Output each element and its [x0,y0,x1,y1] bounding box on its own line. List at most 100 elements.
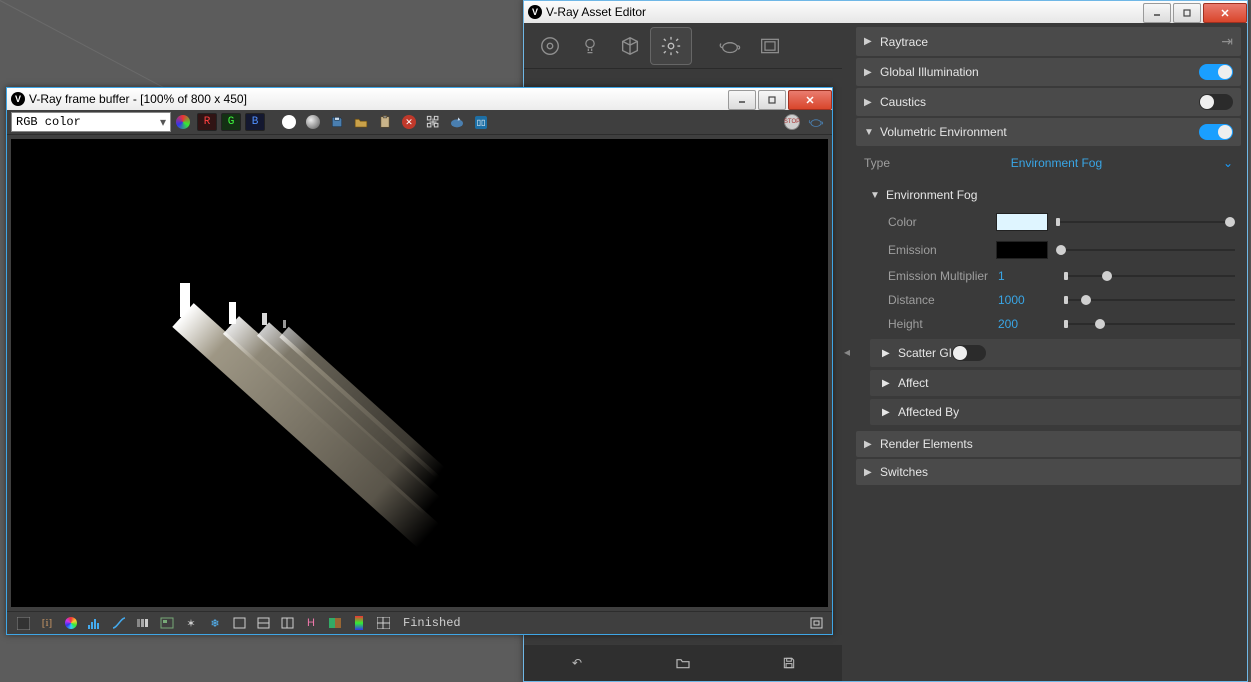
fog-emission-swatch[interactable] [996,241,1048,259]
history-icon[interactable] [132,613,154,633]
maximize-button[interactable] [758,90,786,110]
track-mouse-icon[interactable] [446,112,468,132]
open-folder-icon[interactable] [671,656,695,670]
chevron-down-icon: ▾ [160,115,166,130]
volenv-section[interactable]: ▼ Volumetric Environment [856,118,1241,146]
stop-render-icon[interactable]: STOP [781,112,803,132]
scattergi-toggle[interactable] [952,345,986,361]
chevron-down-icon: ▼ [864,127,874,138]
link-pdplayer-icon[interactable]: ▯▯ [470,112,492,132]
chevron-right-icon: ▶ [864,439,874,450]
pixel-info-icon[interactable] [60,613,82,633]
open-image-icon[interactable] [350,112,372,132]
fog-height-row: Height 200 [866,312,1241,336]
distance-slider[interactable] [1064,293,1235,307]
clipboard-icon[interactable] [374,112,396,132]
chevron-right-icon: ▶ [864,97,874,108]
region-render-icon[interactable] [228,613,250,633]
render-region-tiny-icon[interactable] [805,613,827,633]
ab-compare-icon[interactable] [324,613,346,633]
gi-toggle[interactable] [1199,64,1233,80]
fog-emission-slider[interactable] [1056,243,1235,257]
chevron-right-icon: ▶ [882,348,892,359]
compare-vertical-icon[interactable] [276,613,298,633]
chevron-down-icon[interactable]: ⌄ [1223,156,1233,170]
volenv-toggle[interactable] [1199,124,1233,140]
emmult-slider[interactable] [1064,269,1235,283]
link-arrow-icon[interactable]: ⇥ [1221,33,1233,50]
bloom-icon[interactable]: ❄ [204,613,226,633]
history-h-icon[interactable]: H [300,613,322,633]
vertical-color-bar-icon[interactable] [348,613,370,633]
chevron-right-icon: ▶ [864,67,874,78]
render-teapot-icon[interactable] [710,28,750,64]
distance-value[interactable]: 1000 [996,293,1056,307]
type-value: Environment Fog [890,156,1223,170]
levels-icon[interactable] [84,613,106,633]
grey-switch-icon[interactable] [302,112,324,132]
fog-emmult-row: Emission Multiplier 1 [866,264,1241,288]
minimize-button[interactable] [728,90,756,110]
caustics-toggle[interactable] [1199,94,1233,110]
green-channel-button[interactable]: G [220,112,242,132]
affect-section[interactable]: ▶ Affect [870,370,1241,396]
fog-color-swatch[interactable] [996,213,1048,231]
frame-buffer-bottom-toolbar: [i] ✶ ❄ H Finished [7,611,832,634]
save-image-icon[interactable] [326,112,348,132]
minimize-button[interactable] [1143,3,1171,23]
chevron-right-icon: ▶ [882,378,892,389]
scattergi-section[interactable]: ▶ Scatter GI [870,339,1241,367]
fog-emission-row: Emission [866,236,1241,264]
geometry-tab-icon[interactable] [610,28,650,64]
frame-buffer-titlebar[interactable]: V V-Ray frame buffer - [100% of 800 x 45… [7,88,832,110]
channel-dropdown[interactable]: RGB color ▾ [11,112,171,132]
close-button[interactable] [1203,3,1247,23]
mono-switch-icon[interactable] [278,112,300,132]
chevron-right-icon: ▶ [882,407,892,418]
maximize-button[interactable] [1173,3,1201,23]
settings-panel: ▶ Raytrace ⇥ ▶ Global Illumination ▶ Cau… [852,23,1247,681]
red-channel-button[interactable]: R [196,112,218,132]
render-last-icon[interactable] [805,112,827,132]
raytrace-section[interactable]: ▶ Raytrace ⇥ [856,27,1241,56]
caustics-section[interactable]: ▶ Caustics [856,88,1241,116]
frame-buffer-title: V-Ray frame buffer - [100% of 800 x 450] [29,92,247,106]
settings-tab-icon[interactable] [650,27,692,65]
compare-horizontal-icon[interactable] [252,613,274,633]
render-output-view[interactable] [11,139,828,607]
envfog-header[interactable]: ▼ Environment Fog [866,182,1241,208]
color-correct-icon[interactable] [12,613,34,633]
lut-icon[interactable] [372,613,394,633]
height-slider[interactable] [1064,317,1235,331]
affectedby-section[interactable]: ▶ Affected By [870,399,1241,425]
info-icon[interactable]: [i] [36,613,58,633]
close-button[interactable] [788,90,832,110]
save-disk-icon[interactable] [777,656,801,670]
lights-tab-icon[interactable] [570,28,610,64]
height-value[interactable]: 200 [996,317,1056,331]
chevron-right-icon: ▶ [864,36,874,47]
clear-image-icon[interactable]: ✕ [398,112,420,132]
renderelements-section[interactable]: ▶ Render Elements [856,431,1241,457]
stamp-icon[interactable] [156,613,178,633]
chevron-right-icon: ▶ [864,467,874,478]
frame-region-icon[interactable] [750,28,790,64]
switches-section[interactable]: ▶ Switches [856,459,1241,485]
emmult-value[interactable]: 1 [996,269,1056,283]
asset-editor-titlebar[interactable]: V V-Ray Asset Editor [524,1,1247,23]
blue-channel-button[interactable]: B [244,112,266,132]
render-status: Finished [403,616,461,630]
rgb-channels-icon[interactable] [172,112,194,132]
vray-logo-icon: V [528,5,542,19]
type-label: Type [864,156,890,170]
duplicate-icon[interactable] [422,112,444,132]
volenv-type-row[interactable]: Type Environment Fog ⌄ [856,148,1241,180]
lens-fx-icon[interactable]: ✶ [180,613,202,633]
fog-color-slider[interactable] [1056,215,1235,229]
fog-color-row: Color [866,208,1241,236]
undo-icon[interactable]: ↶ [565,656,589,670]
gi-section[interactable]: ▶ Global Illumination [856,58,1241,86]
panel-grip[interactable]: ◂ [842,23,852,681]
curve-icon[interactable] [108,613,130,633]
materials-tab-icon[interactable] [530,28,570,64]
